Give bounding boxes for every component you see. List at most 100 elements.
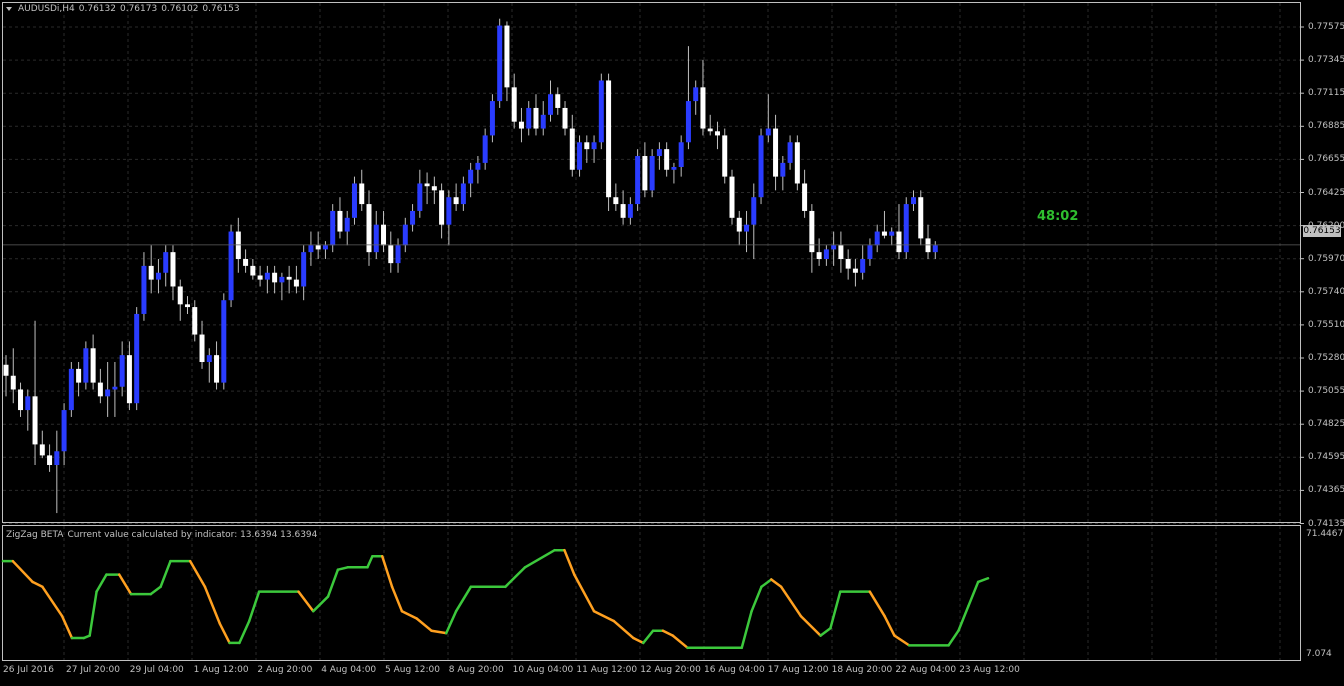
oscillator-segment: [799, 614, 822, 637]
dropdown-triangle-icon[interactable]: [6, 7, 12, 11]
oscillator-segment: [661, 629, 675, 637]
price-axis-label: 0.76885: [1308, 121, 1344, 132]
candle-body: [845, 259, 851, 269]
oscillator-segment: [779, 585, 803, 618]
time-axis-label: 27 Jul 20:00: [66, 665, 120, 675]
time-axis-label: 12 Aug 20:00: [640, 665, 701, 675]
price-axis-label: 0.76425: [1308, 187, 1344, 198]
candle-body: [199, 334, 205, 363]
candle-body: [852, 268, 858, 273]
oscillator-segment: [11, 559, 34, 584]
candle-body: [192, 307, 198, 335]
oscillator-segment: [967, 580, 980, 608]
oscillator-segment: [218, 622, 231, 645]
price-axis-label: 0.75510: [1308, 319, 1344, 330]
price-axis-label: 0.74825: [1308, 419, 1344, 430]
time-axis-label: 2 Aug 20:00: [257, 665, 313, 675]
candle-body: [729, 176, 735, 218]
candle-body: [83, 348, 89, 383]
price-axis-label: 0.76200: [1308, 220, 1344, 231]
candle-body: [722, 135, 728, 177]
candle-body: [714, 131, 720, 136]
candle-body: [751, 197, 757, 225]
time-axis-label: 11 Aug 12:00: [576, 665, 638, 675]
candle-body: [678, 142, 684, 168]
candle-body: [656, 149, 662, 157]
time-axis-label: 29 Jul 04:00: [129, 665, 184, 675]
oscillator-segment: [671, 634, 689, 650]
candle-body: [889, 231, 895, 236]
time-axis-label: 26 Jul 2016: [3, 665, 54, 675]
oscillator-segment: [612, 619, 635, 640]
candle-body: [635, 156, 641, 205]
candle-body: [163, 252, 169, 273]
time-axis-label: 1 Aug 12:00: [193, 665, 249, 675]
oscillator-segment: [947, 629, 960, 647]
candle-body: [518, 121, 524, 129]
price-axis-label: 0.76655: [1308, 154, 1344, 165]
oscillator-segment: [632, 636, 645, 645]
candle-body: [206, 355, 212, 363]
candle-body: [18, 389, 24, 411]
candle-body: [773, 128, 779, 177]
oscillator-segment: [149, 585, 162, 596]
candle-body: [584, 142, 590, 150]
oscillator-segment: [760, 578, 773, 589]
candle-body: [68, 368, 74, 411]
candle-body: [911, 197, 916, 205]
price-axis-label: 0.77115: [1308, 88, 1344, 99]
candle-body: [301, 252, 307, 287]
candle-body: [126, 355, 132, 404]
symbol-label: AUDUSDi,H4: [18, 4, 75, 14]
candle-body: [489, 101, 495, 136]
candle-body: [235, 231, 241, 260]
indicator-info-bar: ZigZag BETA Current value calculated by …: [6, 530, 317, 540]
candle-body: [47, 455, 53, 466]
price-axis-label: 0.75055: [1308, 386, 1344, 397]
time-axis-label: 5 Aug 12:00: [385, 665, 440, 675]
candle-body: [562, 107, 568, 129]
ohlc-open: 0.76132: [78, 4, 116, 14]
candle-body: [97, 382, 103, 397]
candle-body: [860, 259, 866, 273]
candle-body: [272, 272, 278, 283]
candle-body: [54, 451, 60, 466]
candle-body: [896, 231, 902, 253]
chart-window[interactable]: AUDUSDi,H4 0.76132 0.76173 0.76102 0.761…: [0, 0, 1344, 682]
candle-body: [823, 249, 829, 260]
candle-body: [359, 183, 365, 205]
candle-body: [780, 162, 786, 177]
indicator-frame: [2, 525, 1301, 661]
time-axis-label: 22 Aug 04:00: [895, 665, 957, 675]
candle-body: [707, 128, 713, 132]
candle-body: [497, 25, 503, 102]
price-chart-canvas[interactable]: [0, 0, 1344, 682]
price-axis-label: 0.75740: [1308, 286, 1344, 297]
ohlc-high: 0.76173: [119, 4, 158, 14]
candle-body: [76, 368, 82, 383]
oscillator-segment: [400, 609, 418, 620]
oscillator-segment: [642, 629, 655, 645]
oscillator-segment: [573, 573, 596, 613]
oscillator-segment: [893, 634, 911, 647]
candle-body: [555, 94, 561, 108]
candle-body: [526, 107, 532, 129]
indicator-subtitle: Current value calculated by indicator: 1…: [67, 530, 318, 540]
candle-body: [286, 276, 292, 280]
oscillator-segment: [523, 548, 556, 569]
candle-body: [214, 355, 220, 383]
oscillator-segment: [770, 578, 783, 589]
price-axis-label: 0.74595: [1308, 452, 1344, 463]
candle-body: [620, 204, 626, 218]
candle-body: [548, 94, 553, 115]
time-axis-label: 10 Aug 04:00: [512, 665, 574, 675]
candle-body: [591, 142, 597, 150]
candle-body: [693, 87, 699, 102]
price-axis-label: 0.74365: [1308, 485, 1344, 496]
oscillator-segment: [366, 555, 374, 569]
oscillator-segment: [883, 614, 896, 637]
candle-body: [649, 156, 655, 191]
candle-body: [577, 142, 583, 170]
candle-body: [257, 275, 263, 280]
main-chart-frame: [2, 2, 1301, 523]
